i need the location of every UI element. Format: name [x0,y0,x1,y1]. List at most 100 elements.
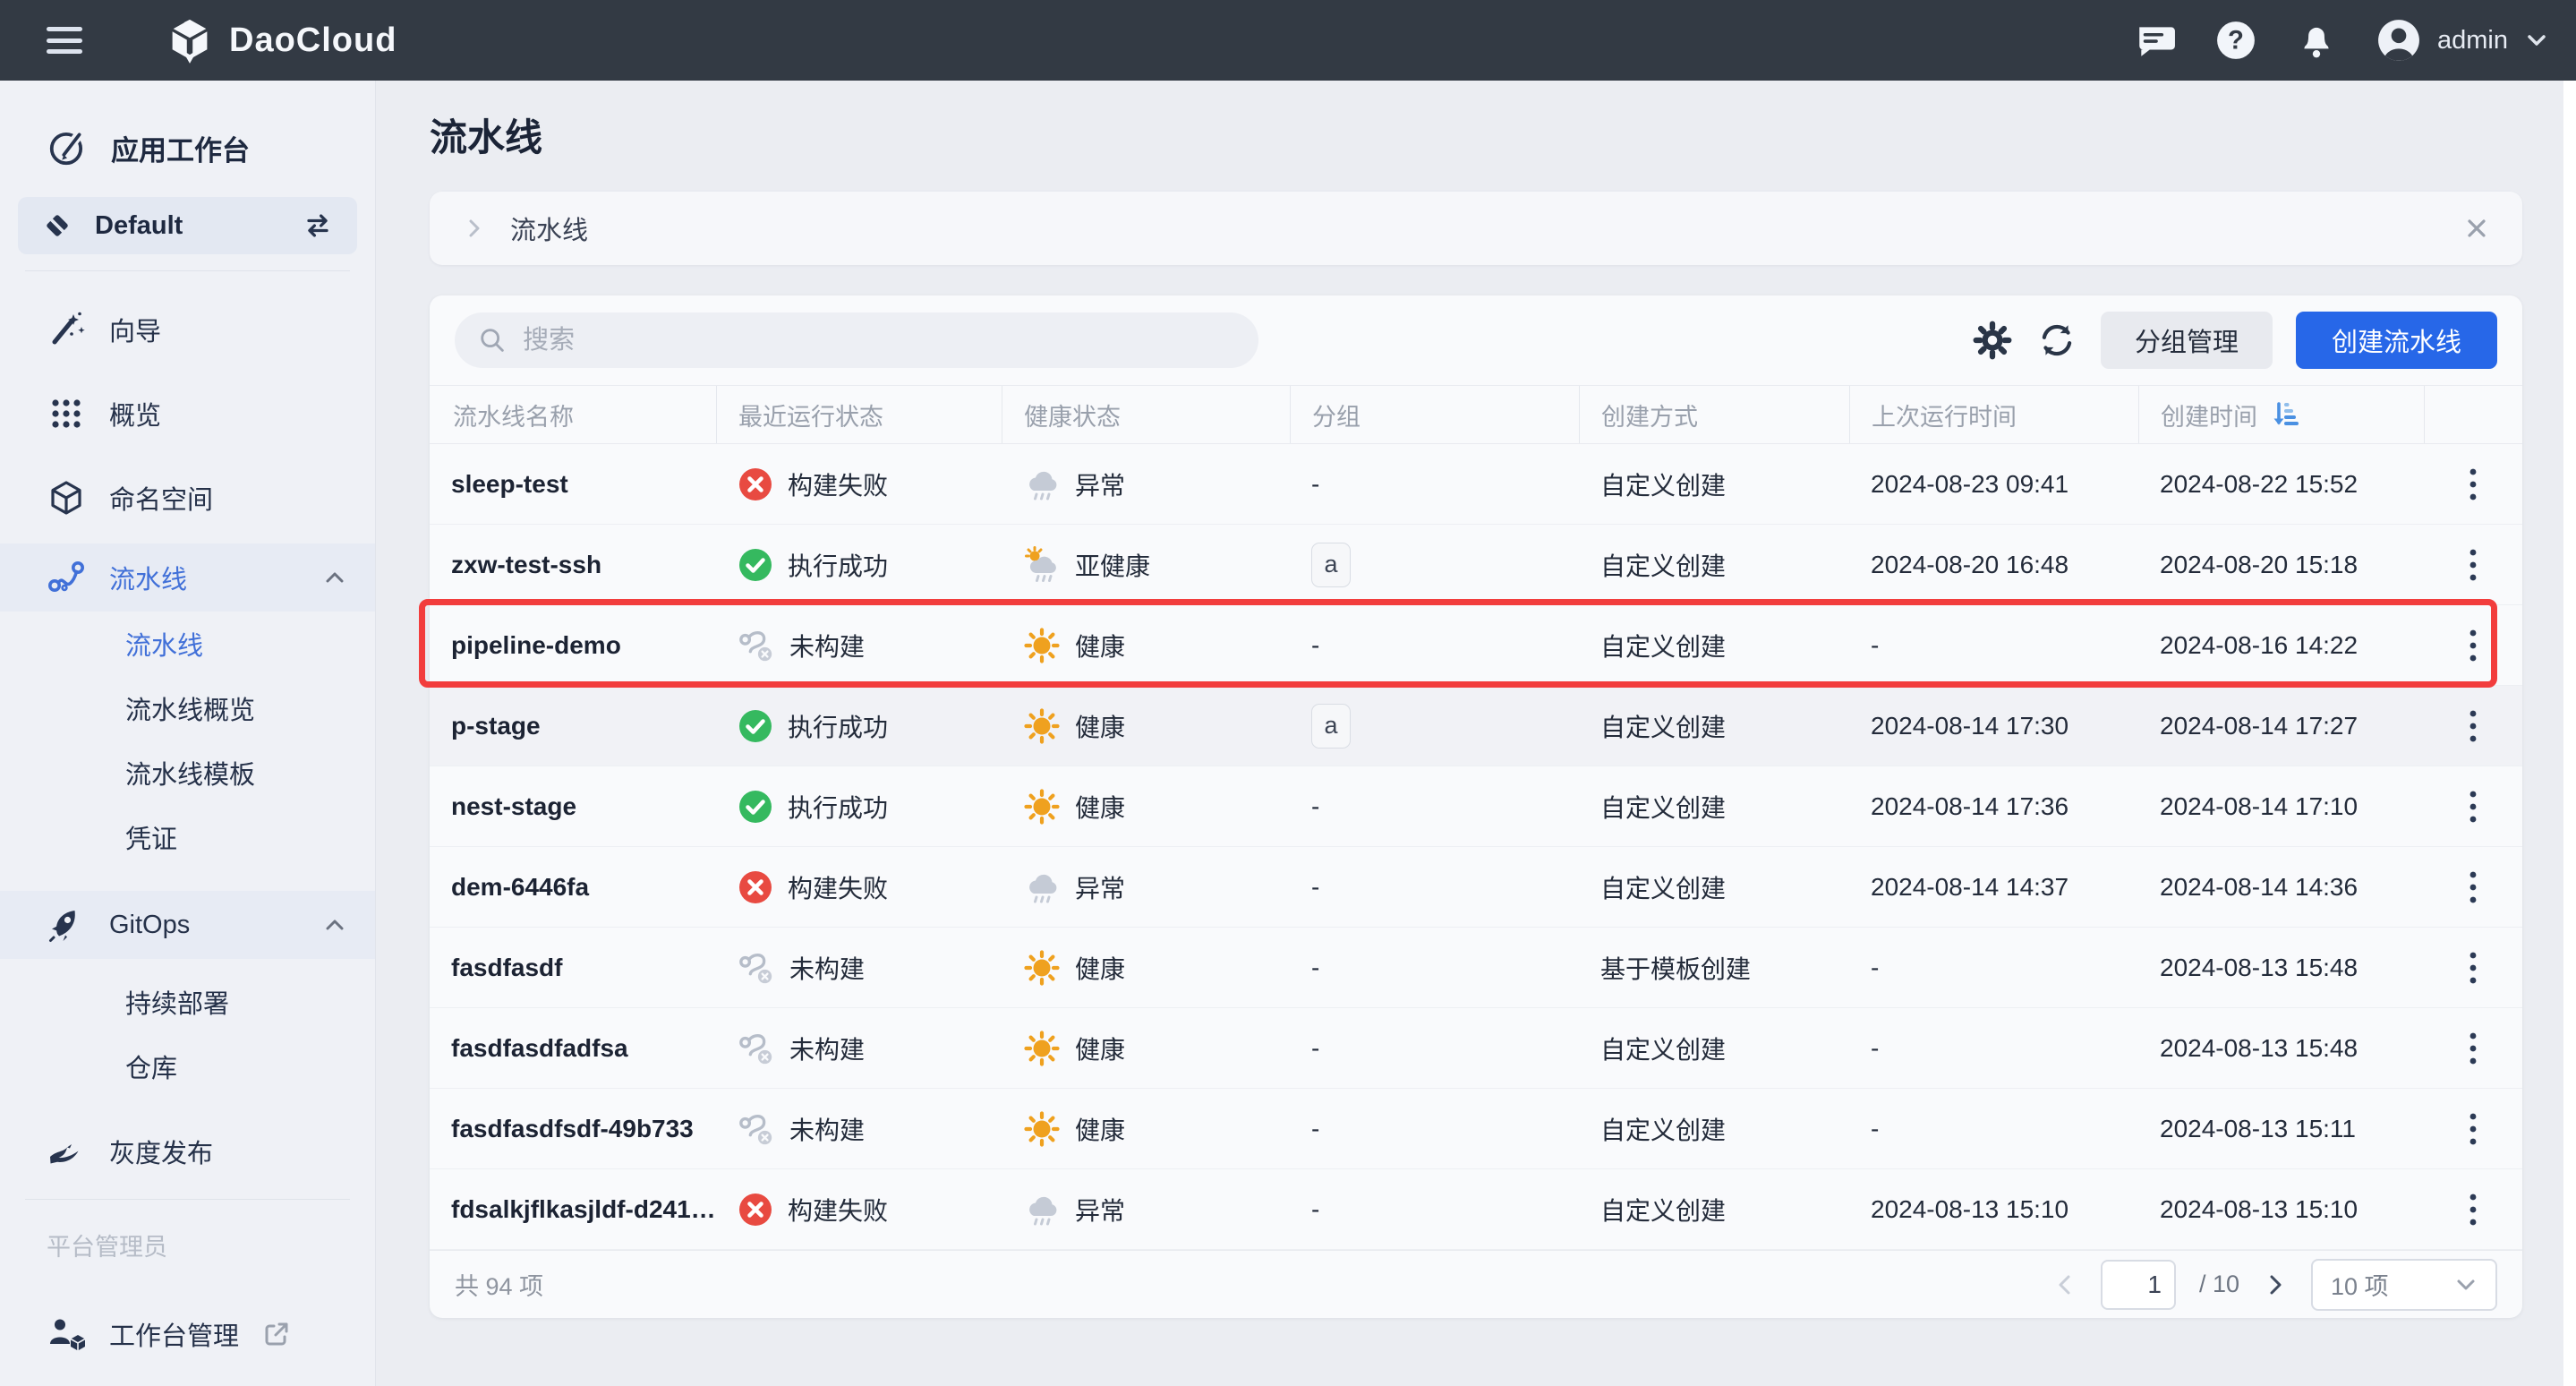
search-input[interactable] [521,325,1235,356]
row-actions-menu[interactable] [2424,787,2522,826]
group-manage-button[interactable]: 分组管理 [2101,312,2273,369]
pipeline-name[interactable]: p-stage [430,712,716,740]
group-cell: a [1290,543,1579,587]
divider [25,1199,350,1200]
group-cell: a [1290,704,1579,749]
row-actions-menu[interactable] [2424,1109,2522,1149]
created-time-cell: 2024-08-14 17:10 [2138,792,2424,821]
sidebar-section-gitops[interactable]: GitOps [0,891,375,959]
table-row[interactable]: p-stage 执行成功 健康 a 自定义创建 2024-08-14 17:30… [430,686,2522,766]
create-method-cell: 自定义创建 [1579,869,1849,905]
sidebar-item-gray-release[interactable]: 灰度发布 [0,1109,375,1194]
pipeline-name[interactable]: fasdfasdfadfsa [430,1034,716,1063]
row-actions-menu[interactable] [2424,948,2522,988]
sidebar-item-namespace[interactable]: 命名空间 [0,456,375,540]
user-menu[interactable]: admin [2376,18,2549,63]
pipeline-name[interactable]: pipeline-demo [430,631,716,660]
row-actions-menu[interactable] [2424,706,2522,746]
close-icon[interactable] [2463,215,2490,242]
sidebar-item-pipeline-templates[interactable]: 流水线模板 [0,740,375,805]
sidebar-item-credentials[interactable]: 凭证 [0,805,375,869]
table-row[interactable]: zxw-test-ssh 执行成功 亚健康 a 自定义创建 2024-08-20… [430,525,2522,605]
scrollbar[interactable] [2563,81,2576,1386]
sidebar-item-repository[interactable]: 仓库 [0,1034,375,1099]
page-number-input[interactable] [2101,1260,2176,1310]
pipeline-name[interactable]: fasdfasdfsdf-49b733 [430,1115,716,1143]
run-status-label: 未构建 [789,628,865,663]
sidebar-item-pipelines[interactable]: 流水线 [0,612,375,676]
daocloud-logo-icon [165,15,215,65]
page-title: 流水线 [430,115,2522,161]
sidebar-item-wizard[interactable]: 向导 [0,287,375,372]
group-cell: - [1290,631,1579,660]
sub-item-label: 流水线模板 [125,754,255,791]
row-actions-menu[interactable] [2424,626,2522,665]
pipeline-name[interactable]: zxw-test-ssh [430,551,716,579]
page-size-select[interactable]: 10 项 [2311,1259,2497,1311]
main-content: 流水线 流水线 分组管理 创建流水线 流水线名称 最近运行状态 [376,81,2576,1386]
created-time-cell: 2024-08-13 15:11 [2138,1115,2424,1143]
table-row[interactable]: nest-stage 执行成功 健康 - 自定义创建 2024-08-14 17… [430,766,2522,847]
table-row[interactable]: fasdfasdf 未构建 健康 - 基于模板创建 - 2024-08-13 1… [430,928,2522,1008]
run-status-label: 构建失败 [788,869,888,905]
sidebar-item-pipeline-overview[interactable]: 流水线概览 [0,676,375,740]
run-status-cell: 执行成功 [716,708,1002,744]
chevron-right-icon[interactable] [462,216,487,241]
group-cell: - [1290,1115,1579,1143]
feedback-icon[interactable] [2135,20,2176,61]
group-cell: - [1290,873,1579,902]
table-row[interactable]: fdsalkjflkasjldf-d241… 构建失败 异常 - 自定义创建 2… [430,1169,2522,1250]
table-footer: 共 94 项 / 10 10 项 [430,1250,2522,1318]
pipeline-name[interactable]: fdsalkjflkasjldf-d241… [430,1195,716,1224]
search-box[interactable] [455,312,1258,368]
panel-crumb: 流水线 [510,210,588,247]
create-method-cell: 自定义创建 [1579,1192,1849,1228]
row-actions-menu[interactable] [2424,1190,2522,1229]
sort-descending-icon[interactable] [2270,400,2300,429]
help-icon[interactable]: ? [2215,20,2256,61]
notifications-bell-icon[interactable] [2296,20,2337,61]
row-actions-menu[interactable] [2424,465,2522,504]
run-status-cell: 未构建 [716,1111,1002,1147]
pipeline-name[interactable]: dem-6446fa [430,873,716,902]
pipeline-collapse-panel[interactable]: 流水线 [430,192,2522,265]
workspace-selector[interactable]: Default [18,197,357,254]
sidebar-item-overview[interactable]: 概览 [0,372,375,456]
table-row[interactable]: fasdfasdfadfsa 未构建 健康 - 自定义创建 - 2024-08-… [430,1008,2522,1089]
row-actions-menu[interactable] [2424,545,2522,585]
row-actions-menu[interactable] [2424,1029,2522,1068]
run-status-cell: 构建失败 [716,869,1002,905]
success-status-icon [738,789,773,825]
table-row[interactable]: sleep-test 构建失败 异常 - 自定义创建 2024-08-23 09… [430,444,2522,525]
sidebar-item-workbench-admin[interactable]: 工作台管理 [0,1298,375,1370]
refresh-icon[interactable] [2036,320,2077,361]
create-pipeline-button[interactable]: 创建流水线 [2296,312,2497,369]
health-status-label: 异常 [1075,869,1125,905]
next-page-button[interactable] [2263,1272,2288,1297]
table-row[interactable]: fasdfasdfsdf-49b733 未构建 健康 - 自定义创建 - 202… [430,1089,2522,1169]
kebab-menu-icon [2468,868,2478,907]
table-row[interactable]: pipeline-demo 未构建 健康 - 自定义创建 - 2024-08-1… [430,605,2522,686]
pipeline-name[interactable]: fasdfasdf [430,954,716,982]
health-status-label: 健康 [1075,1031,1125,1066]
menu-toggle-icon[interactable] [47,27,82,54]
prev-page-button[interactable] [2052,1272,2077,1297]
row-actions-menu[interactable] [2424,868,2522,907]
page-size-value: 10 项 [2331,1267,2389,1302]
switch-workspace-icon[interactable] [300,208,336,244]
health-status-cell: 健康 [1002,1110,1290,1148]
search-icon [478,325,507,355]
table-settings-gear-icon[interactable] [1972,320,2013,361]
run-status-cell: 未构建 [716,1031,1002,1066]
table-row[interactable]: dem-6446fa 构建失败 异常 - 自定义创建 2024-08-14 14… [430,847,2522,928]
pipeline-name[interactable]: nest-stage [430,792,716,821]
run-status-label: 执行成功 [788,789,888,825]
health-status-cell: 健康 [1002,627,1290,664]
failed-status-icon [738,466,773,502]
success-status-icon [738,708,773,744]
pipeline-name[interactable]: sleep-test [430,470,716,499]
sun-icon [1023,627,1061,664]
sidebar-item-continuous-deploy[interactable]: 持续部署 [0,970,375,1034]
not-built-status-icon [738,1031,775,1066]
sidebar-section-pipeline[interactable]: 流水线 [0,543,375,612]
